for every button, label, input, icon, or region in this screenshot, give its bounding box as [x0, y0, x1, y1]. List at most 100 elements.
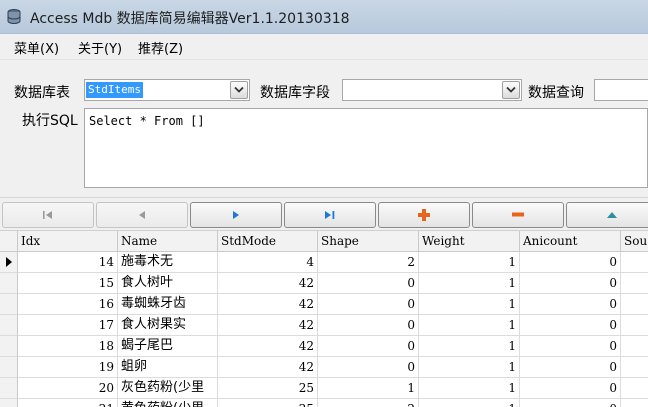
cell-source[interactable] [621, 252, 648, 273]
row-indicator[interactable] [0, 336, 18, 357]
table-select-value: StdItems [86, 82, 143, 98]
table-select[interactable]: StdItems [84, 79, 250, 101]
field-select[interactable] [342, 79, 522, 101]
cell-idx[interactable]: 16 [18, 294, 118, 315]
data-grid[interactable]: Idx Name StdMode Shape Weight Anicount S… [0, 231, 648, 407]
cell-source[interactable] [621, 315, 648, 336]
cell-source[interactable] [621, 273, 648, 294]
cell-source[interactable] [621, 378, 648, 399]
query-input[interactable] [594, 79, 648, 101]
table-row[interactable]: 16 毒蜘蛛牙齿 42 0 1 0 [0, 294, 648, 315]
cell-weight[interactable]: 1 [419, 294, 520, 315]
menu-item-about[interactable]: 关于(Y) [78, 38, 122, 57]
cell-shape[interactable]: 2 [318, 399, 419, 407]
cell-stdmode[interactable]: 42 [218, 273, 318, 294]
cell-weight[interactable]: 1 [419, 357, 520, 378]
cell-name[interactable]: 食人树叶 [118, 273, 218, 294]
field-select-dropdown-button[interactable] [502, 81, 520, 99]
row-indicator[interactable] [0, 399, 18, 407]
cell-weight[interactable]: 1 [419, 252, 520, 273]
cell-weight[interactable]: 1 [419, 399, 520, 407]
grid-header-row: Idx Name StdMode Shape Weight Anicount S… [0, 231, 648, 252]
cell-idx[interactable]: 14 [18, 252, 118, 273]
column-header-idx[interactable]: Idx [18, 231, 118, 252]
cell-name[interactable]: 黄色药粉(少里 [118, 399, 218, 407]
cell-shape[interactable]: 2 [318, 252, 419, 273]
cell-idx[interactable]: 15 [18, 273, 118, 294]
row-indicator[interactable] [0, 252, 18, 273]
prior-record-icon [139, 211, 145, 219]
cell-stdmode[interactable]: 42 [218, 357, 318, 378]
column-header-stdmode[interactable]: StdMode [218, 231, 318, 252]
cell-idx[interactable]: 18 [18, 336, 118, 357]
cell-name[interactable]: 蛆卵 [118, 357, 218, 378]
cell-stdmode[interactable]: 25 [218, 399, 318, 407]
row-indicator[interactable] [0, 294, 18, 315]
table-row[interactable]: 21黄色药粉(少里25210 [0, 399, 648, 407]
menu-item-caidan[interactable]: 菜单(X) [14, 38, 59, 57]
cell-source[interactable] [621, 399, 648, 407]
sql-textarea[interactable]: Select * From [] [84, 108, 648, 188]
cell-shape[interactable]: 0 [318, 315, 419, 336]
cell-name[interactable]: 食人树果实 [118, 315, 218, 336]
table-row[interactable]: 20 灰色药粉(少里 25 1 1 0 [0, 378, 648, 399]
cell-source[interactable] [621, 294, 648, 315]
cell-shape[interactable]: 1 [318, 378, 419, 399]
insert-record-button[interactable] [378, 202, 470, 228]
cell-source[interactable] [621, 336, 648, 357]
cell-anicount[interactable]: 0 [520, 294, 621, 315]
row-indicator[interactable] [0, 357, 18, 378]
cell-idx[interactable]: 21 [18, 399, 118, 407]
cell-stdmode[interactable]: 42 [218, 336, 318, 357]
cell-weight[interactable]: 1 [419, 273, 520, 294]
table-row[interactable]: 17 食人树果实 42 0 1 0 [0, 315, 648, 336]
cell-shape[interactable]: 0 [318, 294, 419, 315]
cell-shape[interactable]: 0 [318, 357, 419, 378]
last-record-button[interactable] [284, 202, 376, 228]
cell-name[interactable]: 蝎子尾巴 [118, 336, 218, 357]
current-row-arrow-icon [6, 257, 12, 267]
cell-source[interactable] [621, 357, 648, 378]
cell-stdmode[interactable]: 25 [218, 378, 318, 399]
cell-anicount[interactable]: 0 [520, 357, 621, 378]
column-header-name[interactable]: Name [118, 231, 218, 252]
column-header-weight[interactable]: Weight [419, 231, 520, 252]
next-record-button[interactable] [190, 202, 282, 228]
row-indicator[interactable] [0, 315, 18, 336]
cell-shape[interactable]: 0 [318, 273, 419, 294]
cell-anicount[interactable]: 0 [520, 252, 621, 273]
cell-weight[interactable]: 1 [419, 378, 520, 399]
table-row[interactable]: 15 食人树叶 42 0 1 0 [0, 273, 648, 294]
cell-weight[interactable]: 1 [419, 336, 520, 357]
cell-anicount[interactable]: 0 [520, 273, 621, 294]
column-header-shape[interactable]: Shape [318, 231, 419, 252]
cell-anicount[interactable]: 0 [520, 336, 621, 357]
cell-stdmode[interactable]: 4 [218, 252, 318, 273]
edit-record-button[interactable] [566, 202, 648, 228]
cell-idx[interactable]: 20 [18, 378, 118, 399]
table-row[interactable]: 19 蛆卵 42 0 1 0 [0, 357, 648, 378]
delete-record-button[interactable] [472, 202, 564, 228]
table-row[interactable]: 14 施毒术无 4 2 1 0 [0, 252, 648, 273]
cell-anicount[interactable]: 0 [520, 315, 621, 336]
column-header-anicount[interactable]: Anicount [520, 231, 621, 252]
table-row[interactable]: 18 蝎子尾巴 42 0 1 0 [0, 336, 648, 357]
cell-name[interactable]: 施毒术无 [118, 252, 218, 273]
cell-weight[interactable]: 1 [419, 315, 520, 336]
column-header-source[interactable]: Sou [621, 231, 648, 252]
cell-stdmode[interactable]: 42 [218, 294, 318, 315]
row-indicator[interactable] [0, 273, 18, 294]
cell-idx[interactable]: 17 [18, 315, 118, 336]
cell-anicount[interactable]: 0 [520, 399, 621, 407]
cell-name[interactable]: 毒蜘蛛牙齿 [118, 294, 218, 315]
table-select-dropdown-button[interactable] [230, 81, 248, 99]
menu-item-recommend[interactable]: 推荐(Z) [138, 38, 183, 57]
cell-stdmode[interactable]: 42 [218, 315, 318, 336]
cell-name[interactable]: 灰色药粉(少里 [118, 378, 218, 399]
row-indicator[interactable] [0, 378, 18, 399]
cell-anicount[interactable]: 0 [520, 378, 621, 399]
cell-shape[interactable]: 0 [318, 336, 419, 357]
prior-record-button[interactable] [96, 202, 188, 228]
first-record-button[interactable] [2, 202, 94, 228]
cell-idx[interactable]: 19 [18, 357, 118, 378]
